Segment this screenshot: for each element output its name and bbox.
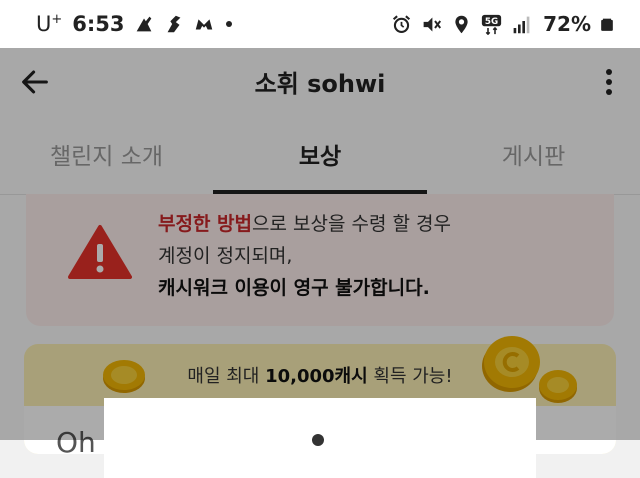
signal-icon [513,16,530,33]
status-bar: U+ 6:53 5G 72% [0,0,640,48]
alarm-icon [393,14,411,33]
5g-icon: 5G [482,14,502,35]
carrier-plus: + [51,12,63,27]
clock: 6:53 [72,12,125,36]
location-icon [455,15,468,33]
vibrate-icon [423,17,442,31]
carrier-name: U [36,12,52,36]
notification-app-icon-2 [167,15,180,33]
dot-icon [225,21,232,27]
network-label: 5G [485,17,498,27]
carrier-label: U+ [36,12,62,36]
battery-icon [601,18,613,31]
modal-dialog [104,398,536,478]
modal-backdrop[interactable] [0,48,640,440]
status-right: 5G 72% [391,12,614,36]
notification-app-icon [136,16,151,32]
dialog-dot-icon [312,434,324,446]
battery-percent: 72% [543,12,591,36]
notification-app-icon-3 [195,19,212,30]
status-left: U+ 6:53 [36,12,391,36]
